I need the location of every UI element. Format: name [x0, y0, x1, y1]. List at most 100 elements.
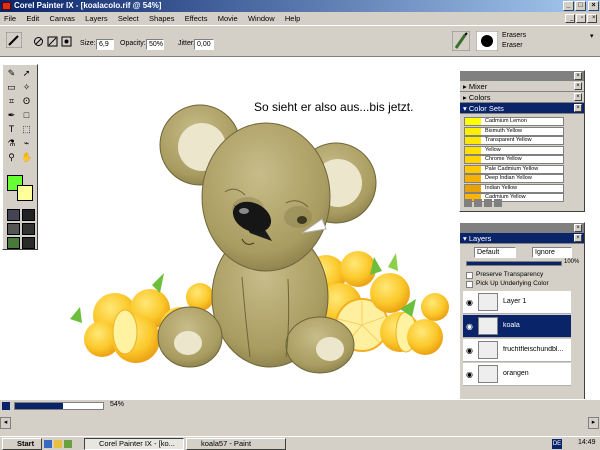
color-sets-close-icon[interactable]: × [574, 104, 582, 112]
colors-close-icon[interactable]: × [574, 93, 582, 101]
pick-up-color-checkbox[interactable] [466, 281, 473, 288]
shape-selection-icon[interactable]: ⬚ [21, 124, 32, 135]
weaving-selector-icon[interactable] [22, 223, 35, 235]
crop-tool-icon[interactable]: ⌗ [6, 96, 17, 107]
rectangular-selection-icon[interactable]: ▭ [6, 82, 17, 93]
media-icon[interactable] [64, 440, 72, 448]
brush-stroke-icon[interactable] [47, 36, 58, 47]
menu-shapes[interactable]: Shapes [145, 12, 178, 25]
layer-row[interactable]: ◉ fruchtfleischundbl... [463, 339, 571, 362]
color-set-item[interactable]: Indian Yellow [464, 183, 564, 193]
layers-close-icon[interactable]: × [574, 234, 582, 242]
text-tool-icon[interactable]: T [6, 124, 17, 135]
brush-source-icon[interactable] [61, 36, 72, 47]
color-sets-section-header[interactable]: ▾ Color Sets × [460, 103, 584, 114]
brush-category-label[interactable]: Erasers [502, 32, 526, 39]
brush-selector-icon[interactable] [452, 31, 470, 51]
eye-icon[interactable]: ◉ [466, 322, 473, 331]
status-bar: 54% [0, 399, 600, 411]
brush-variant-icon[interactable] [476, 31, 498, 51]
doc-close-button[interactable]: × [587, 14, 597, 23]
layers-title-bar[interactable]: × [460, 223, 584, 233]
jitter-field[interactable]: 0,00 [194, 39, 214, 50]
brush-variant-label[interactable]: Eraser [502, 42, 523, 49]
composite-depth-select[interactable]: Ignore [532, 247, 572, 258]
colors-section-header[interactable]: ▸ Colors × [460, 92, 584, 103]
menu-edit[interactable]: Edit [22, 12, 43, 25]
brush-dab-icon[interactable] [33, 36, 44, 47]
brush-selector-arrow-icon[interactable]: ▾ [590, 32, 594, 40]
menu-window[interactable]: Window [244, 12, 279, 25]
color-swatch [465, 165, 481, 173]
menu-file[interactable]: File [0, 12, 20, 25]
layers-panel-close-icon[interactable]: × [574, 224, 582, 232]
add-color-icon[interactable] [474, 199, 482, 207]
scroll-left-icon[interactable]: ◂ [0, 417, 11, 429]
zoom-slider[interactable] [14, 402, 104, 410]
palette-title-bar[interactable]: × [460, 71, 584, 81]
look-selector-icon[interactable] [22, 237, 35, 249]
language-indicator[interactable]: DE [552, 439, 562, 449]
color-set-item[interactable]: Yellow [464, 145, 564, 155]
taskbar-paint-button[interactable]: koala57 - Paint [186, 438, 286, 450]
color-set-item[interactable]: Bismuth Yellow [464, 126, 564, 136]
search-color-icon[interactable] [464, 199, 472, 207]
mixer-section-header[interactable]: ▸ Mixer × [460, 81, 584, 92]
color-set-item[interactable]: Transparent Yellow [464, 136, 564, 145]
start-button[interactable]: Start [2, 438, 42, 450]
menu-help[interactable]: Help [281, 12, 304, 25]
rectangle-shape-icon[interactable]: □ [21, 110, 32, 121]
layer-row[interactable]: ◉ orangen [463, 363, 571, 386]
grabber-hand-icon[interactable]: ✋ [21, 152, 32, 163]
lasso-tool-icon[interactable]: ʘ [21, 96, 32, 107]
doc-minimize-button[interactable]: _ [565, 14, 575, 23]
layer-adjuster-icon[interactable]: ➚ [21, 68, 32, 79]
color-set-buttons [464, 199, 524, 209]
pen-tool-icon[interactable]: ✒ [6, 110, 17, 121]
color-set-item[interactable]: Pale Cadmium Yellow [464, 164, 564, 174]
magic-wand-icon[interactable]: ✧ [21, 82, 32, 93]
eye-icon[interactable]: ◉ [466, 370, 473, 379]
layer-opacity-slider[interactable] [466, 261, 562, 266]
secondary-color-swatch[interactable] [17, 185, 33, 201]
minimize-button[interactable]: _ [563, 1, 574, 11]
gradient-selector-icon[interactable] [22, 209, 35, 221]
brush-tool-icon[interactable] [6, 32, 22, 48]
close-button[interactable]: × [588, 1, 599, 11]
maximize-button[interactable]: □ [575, 1, 586, 11]
layer-row[interactable]: ◉ koala [463, 315, 571, 338]
color-set-item[interactable]: Chrome Yellow [464, 155, 564, 164]
color-set-item[interactable]: Cadmium Lemon [464, 117, 564, 126]
layer-row[interactable]: ◉ Layer 1 [463, 291, 571, 314]
brush-tool-icon[interactable]: ✎ [6, 68, 17, 79]
doc-restore-button[interactable]: ▫ [576, 14, 586, 23]
magnifier-icon[interactable]: ⚲ [6, 152, 17, 163]
color-set-item[interactable]: Deep Indian Yellow [464, 174, 564, 183]
menu-movie[interactable]: Movie [214, 12, 242, 25]
paint-bucket-icon[interactable]: ⚗ [6, 138, 17, 149]
browser-icon[interactable] [44, 440, 52, 448]
scroll-right-icon[interactable]: ▸ [588, 417, 599, 429]
pattern-selector-icon[interactable] [7, 223, 20, 235]
menu-effects[interactable]: Effects [181, 12, 212, 25]
menu-select[interactable]: Select [114, 12, 143, 25]
eye-icon[interactable]: ◉ [466, 298, 473, 307]
remove-color-icon[interactable] [484, 199, 492, 207]
preserve-transparency-checkbox[interactable] [466, 272, 473, 279]
menu-layers[interactable]: Layers [81, 12, 112, 25]
layers-section-header[interactable]: ▾ Layers × [460, 233, 584, 244]
horizontal-scrollbar[interactable]: ◂ ▸ [0, 411, 600, 436]
size-field[interactable]: 6,9 [96, 39, 114, 50]
dropper-tool-icon[interactable]: ⌁ [21, 138, 32, 149]
desktop-icon[interactable] [54, 440, 62, 448]
eye-icon[interactable]: ◉ [466, 346, 473, 355]
composite-method-select[interactable]: Default [474, 247, 516, 258]
color-set-library-icon[interactable] [494, 199, 502, 207]
palette-close-icon[interactable]: × [574, 72, 582, 80]
taskbar-painter-button[interactable]: Corel Painter IX - [ko... [84, 438, 184, 450]
nozzle-selector-icon[interactable] [7, 237, 20, 249]
opacity-field[interactable]: 50% [146, 39, 164, 50]
mixer-close-icon[interactable]: × [574, 82, 582, 90]
menu-canvas[interactable]: Canvas [46, 12, 79, 25]
paper-selector-icon[interactable] [7, 209, 20, 221]
